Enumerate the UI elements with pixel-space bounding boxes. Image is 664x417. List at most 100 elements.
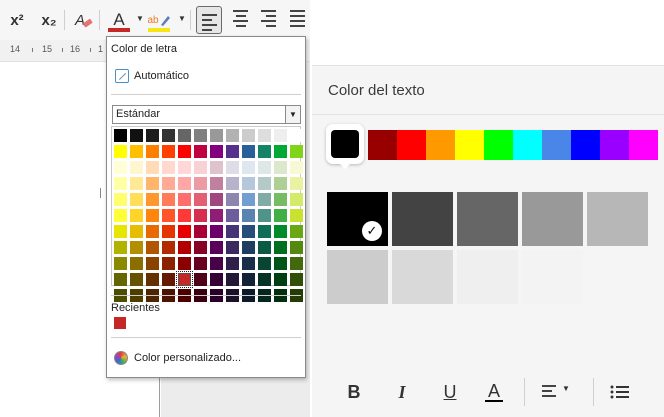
color-swatch[interactable] <box>274 145 287 158</box>
color-swatch[interactable] <box>290 193 303 206</box>
align-button[interactable]: ▼ <box>540 380 580 404</box>
color-swatch[interactable] <box>114 177 127 190</box>
color-swatch[interactable] <box>274 161 287 174</box>
color-swatch[interactable] <box>162 129 175 142</box>
color-swatch[interactable] <box>194 225 207 238</box>
color-swatch[interactable] <box>226 193 239 206</box>
color-swatch[interactable] <box>130 129 143 142</box>
color-swatch[interactable] <box>178 129 191 142</box>
shade-swatch[interactable] <box>587 250 648 304</box>
color-swatch[interactable] <box>210 209 223 222</box>
color-swatch[interactable] <box>210 241 223 254</box>
hue-swatch[interactable] <box>426 130 455 160</box>
chevron-down-icon[interactable]: ▼ <box>285 106 300 123</box>
hue-swatch[interactable] <box>571 130 600 160</box>
color-swatch[interactable] <box>210 257 223 270</box>
color-swatch[interactable] <box>178 161 191 174</box>
color-swatch[interactable] <box>290 241 303 254</box>
color-swatch[interactable] <box>146 257 159 270</box>
color-swatch[interactable] <box>210 177 223 190</box>
color-swatch[interactable] <box>274 177 287 190</box>
selected-hue[interactable] <box>326 124 364 169</box>
color-swatch[interactable] <box>114 257 127 270</box>
underline-button[interactable]: U <box>438 380 462 404</box>
color-swatch[interactable] <box>274 129 287 142</box>
color-swatch[interactable] <box>242 177 255 190</box>
color-swatch[interactable] <box>242 209 255 222</box>
color-swatch[interactable] <box>290 225 303 238</box>
custom-color-option[interactable]: Color personalizado... <box>114 350 241 366</box>
align-right-button[interactable] <box>256 8 282 32</box>
color-swatch[interactable] <box>242 273 255 286</box>
color-swatch[interactable] <box>210 129 223 142</box>
font-color-button[interactable]: A <box>106 8 132 32</box>
color-swatch[interactable] <box>130 241 143 254</box>
color-swatch[interactable] <box>274 225 287 238</box>
shade-swatch[interactable] <box>522 250 583 304</box>
color-swatch[interactable] <box>178 177 191 190</box>
color-swatch[interactable] <box>178 193 191 206</box>
color-swatch[interactable] <box>178 209 191 222</box>
recent-color-swatch[interactable] <box>114 317 126 329</box>
color-swatch[interactable] <box>226 257 239 270</box>
hue-swatch[interactable] <box>629 130 658 160</box>
align-center-button[interactable] <box>228 8 254 32</box>
color-swatch[interactable] <box>146 145 159 158</box>
color-swatch[interactable] <box>130 161 143 174</box>
color-swatch[interactable] <box>130 193 143 206</box>
color-swatch[interactable] <box>114 209 127 222</box>
shade-swatch[interactable] <box>457 250 518 304</box>
color-swatch[interactable] <box>146 209 159 222</box>
justify-button[interactable] <box>286 8 310 32</box>
color-swatch[interactable] <box>274 193 287 206</box>
color-swatch[interactable] <box>130 273 143 286</box>
color-swatch[interactable] <box>162 209 175 222</box>
color-swatch[interactable] <box>130 225 143 238</box>
color-swatch[interactable] <box>146 161 159 174</box>
color-swatch[interactable] <box>242 257 255 270</box>
color-swatch[interactable] <box>242 241 255 254</box>
color-swatch[interactable] <box>258 177 271 190</box>
color-swatch[interactable] <box>146 177 159 190</box>
color-swatch[interactable] <box>114 161 127 174</box>
color-swatch[interactable] <box>146 241 159 254</box>
color-swatch[interactable] <box>162 257 175 270</box>
color-swatch[interactable] <box>114 193 127 206</box>
shade-swatch[interactable] <box>457 192 518 246</box>
color-swatch[interactable] <box>130 145 143 158</box>
color-swatch[interactable] <box>258 225 271 238</box>
color-swatch[interactable] <box>258 257 271 270</box>
color-swatch[interactable] <box>226 209 239 222</box>
color-swatch[interactable] <box>162 177 175 190</box>
color-swatch[interactable] <box>146 273 159 286</box>
color-swatch[interactable] <box>210 145 223 158</box>
shade-swatch[interactable]: ✓ <box>327 192 388 246</box>
color-swatch[interactable] <box>130 177 143 190</box>
highlight-dropdown-arrow[interactable]: ▼ <box>178 14 186 23</box>
list-button[interactable] <box>608 380 632 404</box>
color-swatch[interactable] <box>210 273 223 286</box>
color-swatch[interactable] <box>290 161 303 174</box>
color-swatch[interactable] <box>226 177 239 190</box>
italic-button[interactable]: I <box>390 380 414 404</box>
color-swatch[interactable] <box>162 241 175 254</box>
color-swatch[interactable] <box>146 193 159 206</box>
color-swatch[interactable] <box>290 209 303 222</box>
color-swatch[interactable] <box>258 241 271 254</box>
hue-swatch[interactable] <box>542 130 571 160</box>
color-swatch[interactable] <box>258 209 271 222</box>
text-color-button[interactable]: A <box>482 380 506 404</box>
color-swatch[interactable] <box>274 241 287 254</box>
color-swatch[interactable] <box>226 145 239 158</box>
color-swatch[interactable] <box>290 129 303 142</box>
color-swatch[interactable] <box>258 161 271 174</box>
color-swatch[interactable] <box>226 225 239 238</box>
color-swatch[interactable] <box>290 273 303 286</box>
color-swatch[interactable] <box>210 225 223 238</box>
color-swatch[interactable] <box>178 257 191 270</box>
hue-swatch[interactable] <box>600 130 629 160</box>
color-swatch[interactable] <box>178 241 191 254</box>
color-swatch[interactable] <box>258 129 271 142</box>
color-swatch[interactable] <box>274 209 287 222</box>
color-swatch[interactable] <box>194 193 207 206</box>
